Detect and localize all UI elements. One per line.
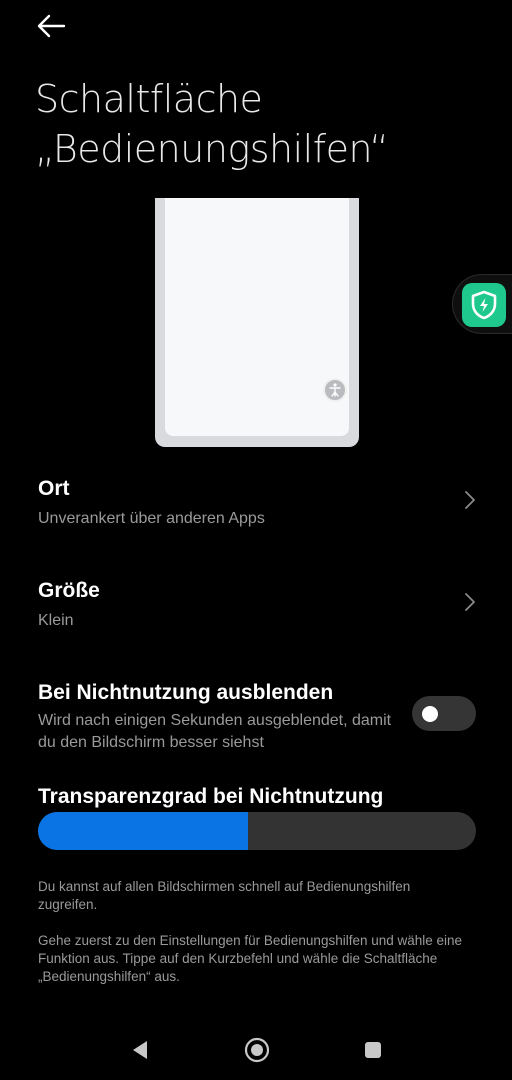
size-title: Größe xyxy=(38,579,100,602)
hide-when-unused-toggle[interactable] xyxy=(412,696,476,731)
nav-back-icon xyxy=(133,1041,147,1059)
page-title: Schaltfläche „Bedienungshilfen“ xyxy=(35,77,389,171)
button-preview xyxy=(155,198,359,447)
floating-security-shortcut[interactable] xyxy=(452,274,512,334)
toggle-knob xyxy=(422,706,438,722)
hide-when-unused-title: Bei Nichtnutzung ausblenden xyxy=(38,681,334,704)
location-value: Unverankert über anderen Apps xyxy=(38,510,265,527)
preview-screen xyxy=(165,198,349,436)
arrow-left-icon xyxy=(37,14,66,38)
nav-recents-button[interactable] xyxy=(353,1030,393,1070)
back-button[interactable] xyxy=(34,10,70,42)
location-setting[interactable]: Ort Unverankert über anderen Apps xyxy=(38,476,476,536)
transparency-title: Transparenzgrad bei Nichtnutzung xyxy=(38,785,384,808)
hide-when-unused-setting: Bei Nichtnutzung ausblenden Wird nach ei… xyxy=(38,680,402,752)
nav-home-button[interactable] xyxy=(237,1030,277,1070)
slider-fill xyxy=(38,812,249,850)
transparency-slider[interactable] xyxy=(38,812,476,850)
accessibility-icon xyxy=(323,378,347,402)
nav-back-button[interactable] xyxy=(120,1030,160,1070)
location-title: Ort xyxy=(38,477,70,500)
chevron-right-icon xyxy=(465,593,475,611)
hide-when-unused-description: Wird nach einigen Sekunden ausgeblendet,… xyxy=(38,712,392,751)
navigation-bar xyxy=(0,1030,512,1070)
size-value: Klein xyxy=(38,612,74,629)
chevron-right-icon xyxy=(465,491,475,509)
nav-recents-icon xyxy=(365,1042,381,1058)
nav-home-icon xyxy=(244,1037,270,1063)
size-setting[interactable]: Größe Klein xyxy=(38,578,476,638)
shield-bolt-icon xyxy=(462,283,506,327)
info-text-1: Du kannst auf allen Bildschirmen schnell… xyxy=(38,879,411,912)
info-text-2: Gehe zuerst zu den Einstellungen für Bed… xyxy=(38,933,463,984)
transparency-setting: Transparenzgrad bei Nichtnutzung xyxy=(38,784,476,810)
